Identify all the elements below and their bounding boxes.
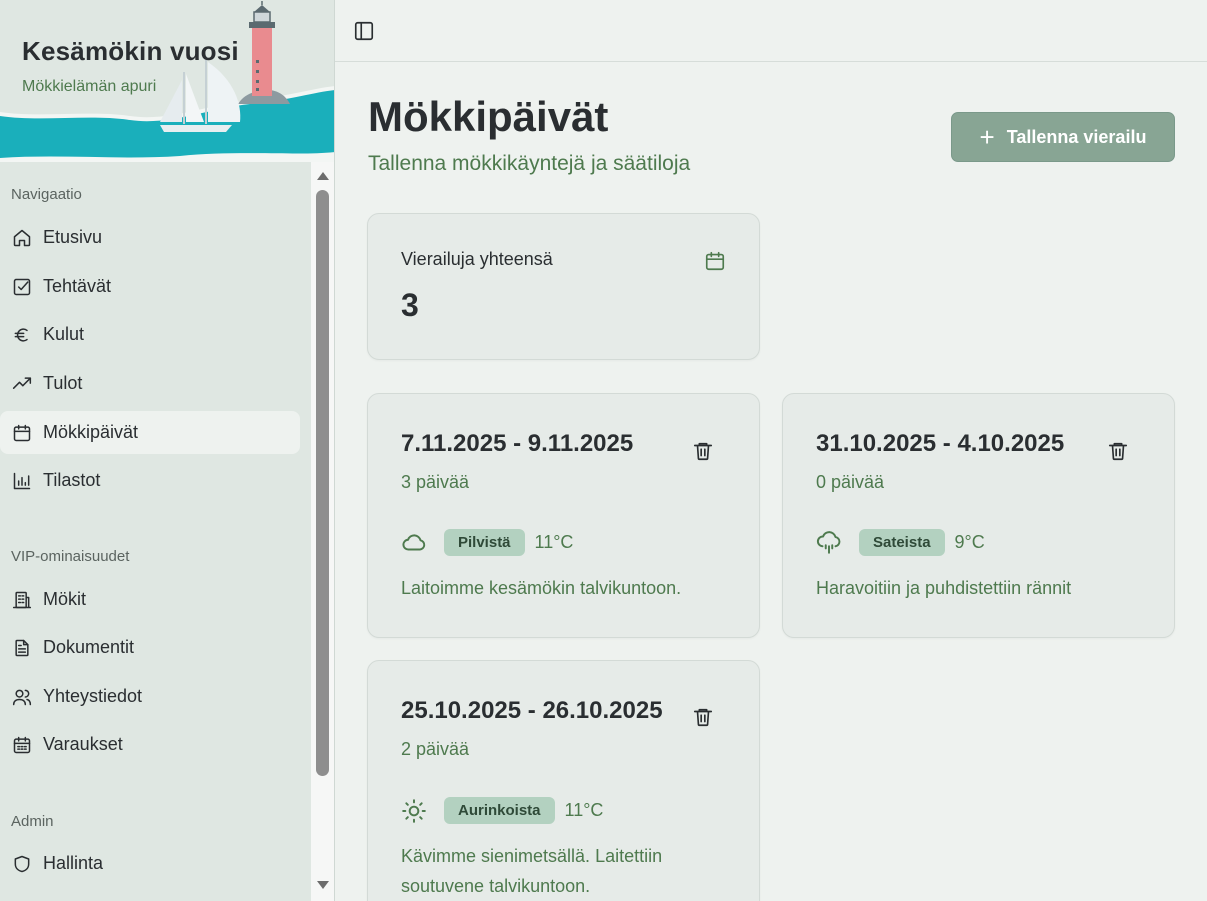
calendar-icon	[704, 250, 726, 272]
section-label-vip: VIP-ominaisuudet	[11, 548, 130, 565]
sidebar-item-label: Tilastot	[43, 470, 101, 490]
page-subtitle: Tallenna mökkikäyntejä ja säätiloja	[368, 152, 691, 175]
users-icon	[11, 686, 33, 708]
save-visit-button-label: Tallenna vierailu	[1006, 126, 1147, 147]
sidebar-item-label: Dokumentit	[43, 637, 135, 657]
sidebar-item-etusivu[interactable]: Etusivu	[0, 216, 300, 259]
sidebar-item-tilastot[interactable]: Tilastot	[0, 459, 300, 502]
visit-dates: 7.11.2025 - 9.11.2025	[401, 430, 634, 457]
visit-duration: 0 päivää	[816, 472, 885, 492]
weather-row: Sateista 9°C	[816, 529, 985, 556]
visit-note: Haravoitiin ja puhdistettiin rännit	[816, 578, 1072, 598]
visit-card: 31.10.2025 - 4.10.2025 0 päivää Sateista…	[782, 393, 1175, 638]
delete-visit-button[interactable]	[1107, 440, 1129, 462]
sun-icon	[401, 798, 427, 824]
sidebar-item-tehtavat[interactable]: Tehtävät	[0, 265, 300, 308]
scrollbar-thumb[interactable]	[316, 190, 329, 776]
delete-visit-button[interactable]	[692, 706, 714, 728]
temperature: 11°C	[564, 800, 604, 820]
plus-icon: +	[979, 122, 995, 152]
section-label-admin: Admin	[11, 813, 54, 830]
visit-dates: 31.10.2025 - 4.10.2025	[816, 430, 1065, 457]
scroll-down-arrow-icon[interactable]	[317, 881, 329, 889]
sidebar-scrollbar[interactable]	[311, 162, 334, 901]
app-title: Kesämökin vuosi	[22, 36, 239, 66]
weather-badge: Pilvistä	[444, 529, 525, 556]
sidebar-nav: Navigaatio Etusivu Tehtävät Kulut Tulot …	[0, 162, 311, 901]
app-subtitle: Mökkielämän apuri	[22, 78, 157, 95]
sidebar-item-label: Mökit	[43, 589, 87, 609]
total-visits-card: Vierailuja yhteensä 3	[367, 213, 760, 360]
trash-icon	[1108, 442, 1128, 461]
delete-visit-button[interactable]	[692, 440, 714, 462]
sidebar-toggle-button[interactable]	[353, 20, 375, 42]
weather-row: Pilvistä 11°C	[401, 529, 573, 556]
sidebar-item-label: Hallinta	[43, 853, 104, 873]
sidebar-item-label: Mökkipäivät	[43, 422, 139, 442]
visit-note: Kävimme sienimetsällä. Laitettiin soutuv…	[401, 846, 663, 896]
sidebar-item-hallinta[interactable]: Hallinta	[0, 842, 300, 885]
sidebar-item-label: Tulot	[43, 373, 83, 393]
page-title: Mökkipäivät	[368, 93, 609, 140]
building-icon	[11, 589, 33, 611]
shield-icon	[11, 853, 33, 875]
visit-duration: 3 päivää	[401, 472, 470, 492]
visit-card: 7.11.2025 - 9.11.2025 3 päivää Pilvistä …	[367, 393, 760, 638]
total-visits-value: 3	[401, 287, 419, 323]
panel-left-icon	[354, 21, 374, 41]
sidebar-item-yhteystiedot[interactable]: Yhteystiedot	[0, 675, 300, 718]
sidebar-item-dokumentit[interactable]: Dokumentit	[0, 626, 300, 669]
trash-icon	[693, 708, 713, 727]
weather-badge: Sateista	[859, 529, 945, 556]
trash-icon	[693, 442, 713, 461]
sidebar-item-label: Etusivu	[43, 227, 103, 247]
sidebar-item-kulut[interactable]: Kulut	[0, 313, 300, 356]
visit-dates: 25.10.2025 - 26.10.2025	[401, 697, 663, 724]
section-label-navigation: Navigaatio	[11, 186, 82, 203]
sidebar-item-label: Varaukset	[43, 734, 123, 754]
scroll-up-arrow-icon[interactable]	[317, 172, 329, 180]
sidebar-item-label: Tehtävät	[43, 276, 112, 296]
calendar-icon	[11, 422, 33, 444]
bar-chart-icon	[11, 470, 33, 492]
rain-cloud-icon	[816, 530, 842, 556]
sidebar-item-varaukset[interactable]: Varaukset	[0, 723, 300, 766]
visit-note: Laitoimme kesämökin talvikuntoon.	[401, 578, 682, 598]
calendar-days-icon	[11, 734, 33, 756]
home-icon	[11, 227, 33, 249]
visit-duration: 2 päivää	[401, 739, 470, 759]
checkbox-icon	[11, 276, 33, 298]
visit-card: 25.10.2025 - 26.10.2025 2 päivää Aurinko…	[367, 660, 760, 901]
temperature: 11°C	[534, 532, 574, 552]
sidebar-item-tulot[interactable]: Tulot	[0, 362, 300, 405]
weather-row: Aurinkoista 11°C	[401, 797, 603, 824]
document-icon	[11, 637, 33, 659]
sidebar-item-mokkipaivat[interactable]: Mökkipäivät	[0, 411, 300, 454]
brand-header: Kesämökin vuosi Mökkielämän apuri	[0, 0, 334, 162]
sidebar-item-label: Yhteystiedot	[43, 686, 143, 706]
sidebar: Kesämökin vuosi Mökkielämän apuri Naviga…	[0, 0, 335, 901]
trending-up-icon	[11, 373, 33, 395]
weather-badge: Aurinkoista	[444, 797, 555, 824]
sidebar-item-mokit[interactable]: Mökit	[0, 578, 300, 621]
topbar	[335, 0, 1207, 62]
total-visits-label: Vierailuja yhteensä	[401, 249, 553, 269]
temperature: 9°C	[954, 532, 985, 552]
sidebar-item-label: Kulut	[43, 324, 85, 344]
save-visit-button[interactable]: + Tallenna vierailu	[951, 112, 1175, 162]
euro-icon	[11, 324, 33, 346]
cloud-icon	[401, 530, 427, 556]
